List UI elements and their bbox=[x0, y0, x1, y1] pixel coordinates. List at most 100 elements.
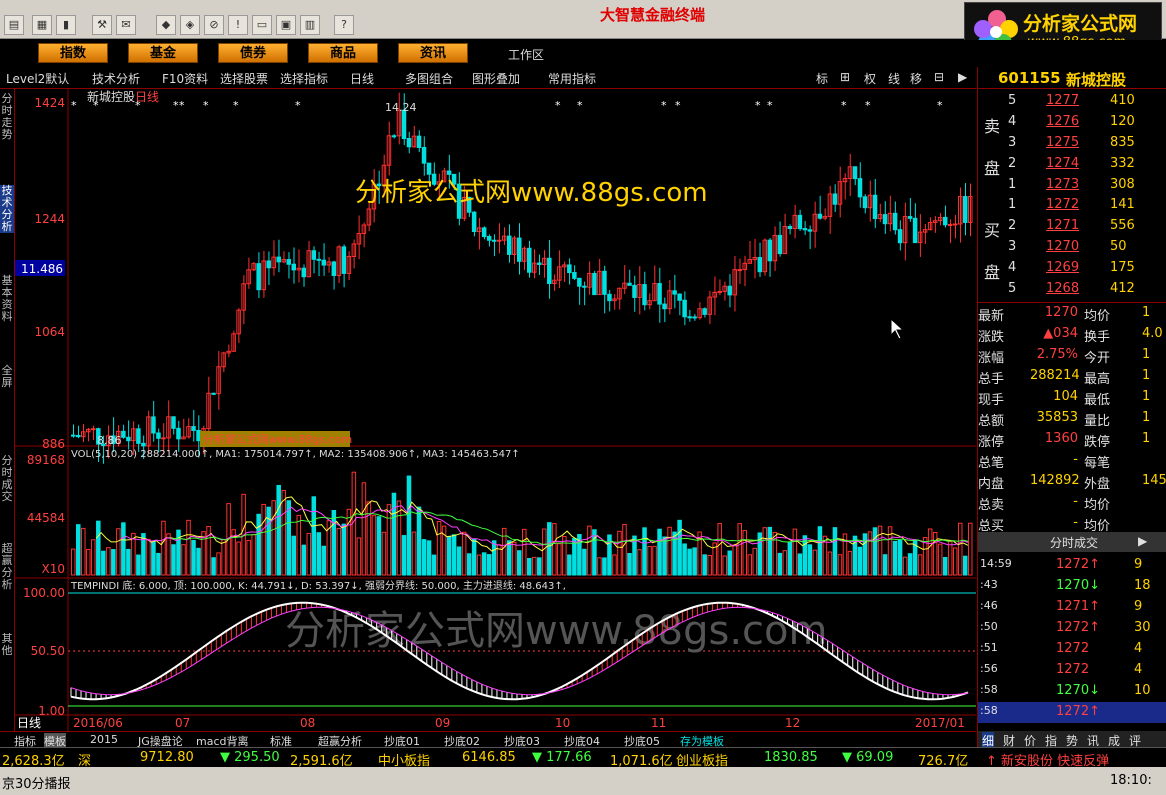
func-icon[interactable]: ⊞ bbox=[840, 70, 850, 84]
candle-body bbox=[737, 269, 742, 272]
candle-body bbox=[391, 135, 397, 138]
ticker-item: 9712.80 bbox=[140, 750, 194, 765]
candle-body bbox=[807, 229, 813, 232]
candle-body bbox=[401, 109, 407, 140]
func-icon[interactable]: ▶ bbox=[958, 70, 967, 84]
status-bar: 京30分播报 18:10: bbox=[0, 767, 1166, 795]
vol-axis-label: 89168 bbox=[27, 453, 65, 467]
tick-price: 1272 bbox=[1056, 641, 1090, 656]
market-tab[interactable]: 资讯 bbox=[398, 43, 468, 63]
bid-volume: 50 bbox=[1110, 239, 1127, 254]
left-nav-item[interactable]: 全屏 bbox=[0, 365, 14, 389]
func-item[interactable]: 选择股票 bbox=[220, 70, 268, 87]
signal-marker: * bbox=[295, 99, 301, 112]
candle-body bbox=[341, 246, 347, 274]
func-item[interactable]: 常用指标 bbox=[548, 70, 596, 87]
bid-volume: 412 bbox=[1110, 281, 1135, 296]
stat-value: 1 bbox=[1142, 347, 1151, 362]
func-item[interactable]: 多图组合 bbox=[405, 70, 453, 87]
bid-row[interactable]: 2 1271 556 bbox=[978, 216, 1166, 237]
chart-icon[interactable]: ▮ bbox=[56, 15, 76, 35]
ask-row[interactable]: 4 1276 120 bbox=[978, 112, 1166, 133]
monitor-icon[interactable]: ▭ bbox=[252, 15, 272, 35]
stop-icon[interactable]: ◆ bbox=[156, 15, 176, 35]
left-nav-item[interactable]: 超赢分析 bbox=[0, 543, 14, 591]
stat-value: 145 bbox=[1142, 473, 1166, 488]
trade-icon[interactable]: ✉ bbox=[116, 15, 136, 35]
forbid-icon[interactable]: ⊘ bbox=[204, 15, 224, 35]
alert-icon[interactable]: ! bbox=[228, 15, 248, 35]
func-icon[interactable]: 移 bbox=[910, 70, 922, 87]
bid-row[interactable]: 5 1268 412 bbox=[978, 279, 1166, 300]
func-icon[interactable]: 线 bbox=[888, 70, 900, 87]
candle-body bbox=[136, 428, 141, 444]
left-nav-item[interactable]: 分时走势 bbox=[0, 93, 14, 141]
market-tab[interactable]: 指数 bbox=[38, 43, 108, 63]
tick-row: :43 1270↓ 18 bbox=[978, 576, 1166, 597]
func-item[interactable]: 日线 bbox=[350, 70, 374, 87]
candle-body bbox=[141, 442, 146, 447]
func-item[interactable]: 图形叠加 bbox=[472, 70, 520, 87]
volume-bar bbox=[406, 475, 412, 576]
help-icon[interactable]: ? bbox=[334, 15, 354, 35]
func-item[interactable]: Level2默认 bbox=[6, 70, 69, 87]
market-tab[interactable]: 商品 bbox=[308, 43, 378, 63]
market-tab[interactable]: 债券 bbox=[218, 43, 288, 63]
left-nav-item[interactable]: 基本资料 bbox=[0, 275, 14, 323]
left-nav-item[interactable]: 其他 bbox=[0, 633, 14, 657]
func-item[interactable]: F10资料 bbox=[162, 70, 208, 87]
bid-row[interactable]: 3 1270 50 bbox=[978, 237, 1166, 258]
ticks-arrow-icon[interactable]: ▶ bbox=[1138, 534, 1147, 548]
left-vertical-nav: 分时走势技术分析基本资料全屏分时成交超赢分析其他 bbox=[0, 89, 15, 731]
workspace-label[interactable]: 工作区 bbox=[508, 46, 544, 63]
candle-body bbox=[331, 261, 337, 276]
tick-time: :51 bbox=[980, 641, 998, 654]
kline-chart[interactable]: 新城控股 日线14241244106488611.486* * * * * * * * * * * * *… bbox=[15, 89, 976, 731]
status-left: 京30分播报 bbox=[2, 777, 71, 792]
func-icon[interactable]: 权 bbox=[864, 70, 876, 87]
left-nav-item[interactable]: 分时成交 bbox=[0, 455, 14, 503]
candle-body bbox=[582, 285, 587, 288]
x-axis-label: 11 bbox=[651, 716, 666, 730]
stat-label: 最高 bbox=[1084, 372, 1111, 387]
func-icon[interactable]: ⊟ bbox=[934, 70, 944, 84]
grid-icon[interactable]: ▦ bbox=[32, 15, 52, 35]
signal-marker: * bbox=[93, 99, 99, 112]
bid-row[interactable]: 4 1269 175 bbox=[978, 258, 1166, 279]
stat-row: 涨跌 ▲034 换手 4.0 bbox=[978, 324, 1166, 345]
ask-price: 1273 bbox=[1046, 177, 1080, 192]
candle-body bbox=[852, 166, 858, 180]
func-item[interactable]: 技术分析 bbox=[92, 70, 140, 87]
volume-bar bbox=[136, 554, 141, 576]
candle-body bbox=[962, 196, 968, 223]
stat-label: 量比 bbox=[1084, 414, 1111, 429]
signal-marker: * bbox=[203, 99, 209, 112]
ticks-title[interactable]: 分时成交 bbox=[1050, 534, 1098, 551]
window-icon[interactable]: ▣ bbox=[276, 15, 296, 35]
ask-row[interactable]: 5 1277 410 bbox=[978, 91, 1166, 112]
candle-body bbox=[882, 214, 888, 225]
diamond-icon[interactable]: ◈ bbox=[180, 15, 200, 35]
tool-icon[interactable]: ⚒ bbox=[92, 15, 112, 35]
menu-icon[interactable]: ▤ bbox=[4, 15, 24, 35]
candle-body bbox=[817, 213, 823, 219]
tick-time: 14:59 bbox=[980, 557, 1012, 570]
tick-row: :50 1272↑ 30 bbox=[978, 618, 1166, 639]
indicator-header: TEMPINDI 底: 6.000, 顶: 100.000, K: 44.791… bbox=[70, 579, 566, 592]
signal-marker: * bbox=[179, 99, 185, 112]
ask-row[interactable]: 3 1275 835 bbox=[978, 133, 1166, 154]
volume-bar bbox=[506, 540, 512, 576]
ask-row[interactable]: 1 1273 308 bbox=[978, 175, 1166, 196]
ask-row[interactable]: 2 1274 332 bbox=[978, 154, 1166, 175]
volume-bar bbox=[471, 538, 477, 576]
candle-body bbox=[642, 284, 647, 306]
func-item[interactable]: 选择指标 bbox=[280, 70, 328, 87]
left-nav-item[interactable]: 技术分析 bbox=[0, 185, 14, 233]
book-icon[interactable]: ▥ bbox=[300, 15, 320, 35]
market-tab[interactable]: 基金 bbox=[128, 43, 198, 63]
bid-level: 2 bbox=[1008, 218, 1017, 233]
func-icon[interactable]: 标 bbox=[816, 70, 828, 87]
index-ticker: 2,628.3亿深 9712.80 ▼ 295.50 2,591.6亿 中小板指 6146… bbox=[0, 747, 1166, 769]
bid-row[interactable]: 1 1272 141 bbox=[978, 195, 1166, 216]
bottom-tab[interactable]: 2015 bbox=[90, 733, 118, 746]
